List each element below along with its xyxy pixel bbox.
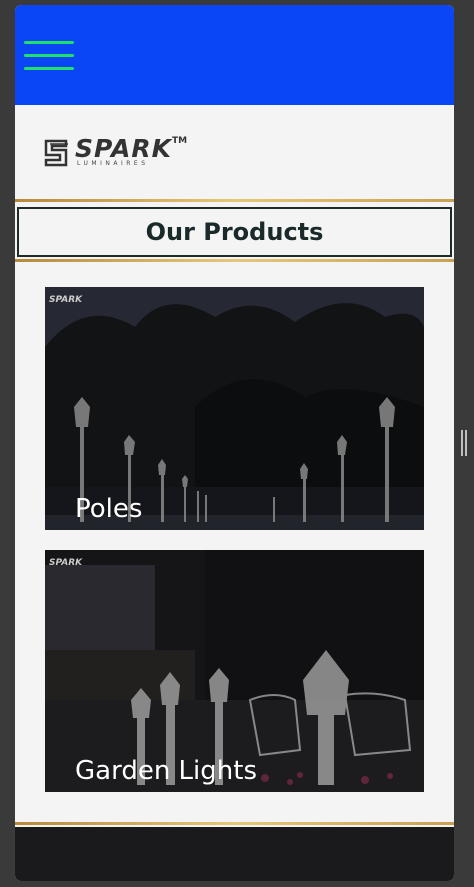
divider-bottom: [15, 259, 454, 262]
brand-logo[interactable]: SPARK TM LUMINAIRES: [44, 134, 194, 174]
section-title: Our Products: [145, 218, 324, 246]
section-header: Our Products: [17, 207, 452, 257]
top-bar: [15, 5, 454, 105]
product-card-garden-lights[interactable]: SPARK Garden Lights: [45, 550, 424, 792]
scroll-handle[interactable]: [461, 430, 467, 456]
product-label: Garden Lights: [75, 756, 257, 786]
brand-tagline: LUMINAIRES: [77, 160, 149, 167]
image-brand-watermark: SPARK: [49, 295, 83, 305]
spark-logo-mark-icon: [44, 139, 68, 167]
hamburger-icon[interactable]: [24, 41, 74, 75]
product-card-poles[interactable]: SPARK Poles: [45, 287, 424, 530]
brand-trademark: TM: [172, 136, 188, 146]
divider-top: [15, 199, 454, 202]
image-brand-watermark: SPARK: [49, 558, 83, 568]
footer-divider: [15, 822, 454, 825]
app-frame: SPARK TM LUMINAIRES Our Products SPARK P…: [15, 5, 454, 881]
footer: [15, 827, 454, 881]
product-label: Poles: [75, 494, 143, 524]
